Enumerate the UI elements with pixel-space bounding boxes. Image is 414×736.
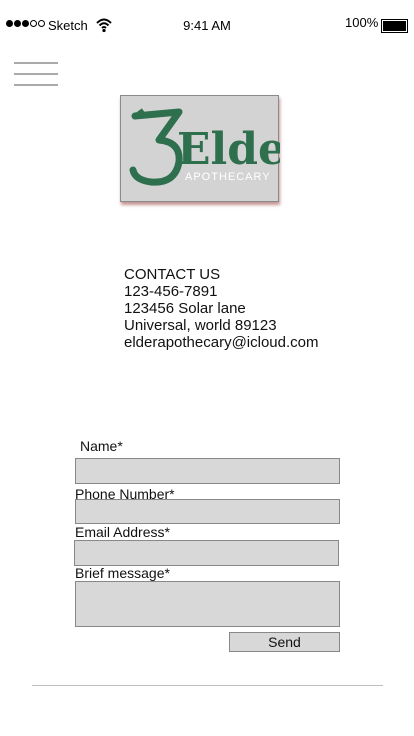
battery-fill <box>383 21 406 31</box>
message-field[interactable] <box>75 581 340 627</box>
menu-line <box>14 73 58 75</box>
message-label: Brief message* <box>75 565 170 581</box>
battery-percent: 100% <box>345 15 379 30</box>
logo-tagline: APOTHECARY <box>185 171 271 183</box>
logo-artwork: Elder APOTHECARY <box>129 108 280 186</box>
logo-wordmark: Elder <box>177 124 280 175</box>
contact-address-line2: Universal, world 89123 <box>124 317 277 334</box>
footer-divider <box>32 685 383 686</box>
elder-apothecary-logo: Elder APOTHECARY <box>120 95 280 202</box>
contact-phone: 123-456-7891 <box>124 283 218 300</box>
phone-field[interactable] <box>75 499 340 524</box>
name-label: Name* <box>80 438 123 454</box>
email-label: Email Address* <box>75 524 170 540</box>
contact-info: CONTACT US 123-456-7891 123456 Solar lan… <box>124 266 319 351</box>
name-field[interactable] <box>75 458 340 484</box>
contact-address-line1: 123456 Solar lane <box>124 300 246 317</box>
menu-line <box>14 62 58 64</box>
status-bar: Sketch 9:41 AM 100% <box>0 0 414 50</box>
send-button[interactable]: Send <box>229 632 340 652</box>
battery-icon <box>381 19 408 33</box>
hamburger-menu-icon[interactable] <box>14 62 58 88</box>
contact-heading: CONTACT US <box>124 266 221 283</box>
menu-line <box>14 84 58 86</box>
email-field[interactable] <box>74 540 339 566</box>
contact-email: elderapothecary@icloud.com <box>124 334 319 351</box>
